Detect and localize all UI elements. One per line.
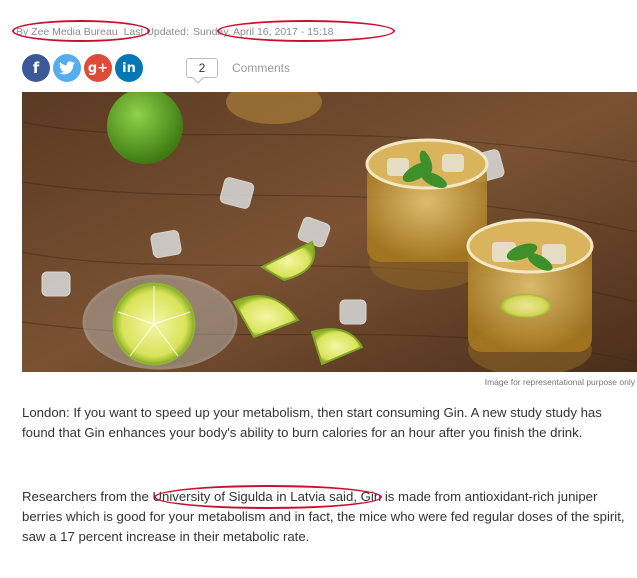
image-caption: Image for representational purpose only: [484, 377, 635, 387]
article-paragraph-2: Researchers from the University of Sigul…: [22, 487, 634, 547]
share-bar: f g+ in 2 Comments: [22, 53, 290, 83]
comment-count: 2: [198, 61, 206, 75]
gin-tonic-photo: [22, 92, 637, 372]
byline[interactable]: By Zee Media Bureau: [16, 26, 118, 38]
comments-link[interactable]: Comments: [232, 61, 290, 75]
comment-bubble-icon[interactable]: 2: [186, 58, 218, 78]
twitter-bird-icon: [59, 61, 75, 75]
facebook-icon[interactable]: f: [22, 54, 50, 82]
linkedin-icon[interactable]: in: [115, 54, 143, 82]
university-name: University of Sigulda in Latvia: [152, 489, 326, 504]
paragraph-2-before: Researchers from the: [22, 489, 153, 504]
google-plus-icon[interactable]: g+: [84, 54, 112, 82]
updated-label: Last Updated:: [123, 26, 189, 38]
article-paragraph-1: London: If you want to speed up your met…: [22, 405, 602, 440]
updated-date: Sunday, April 16, 2017 - 15:18: [192, 26, 334, 38]
article-meta: By Zee Media Bureau Last Updated: Sunday…: [16, 24, 333, 40]
article-image: [22, 92, 637, 372]
twitter-icon[interactable]: [53, 54, 81, 82]
